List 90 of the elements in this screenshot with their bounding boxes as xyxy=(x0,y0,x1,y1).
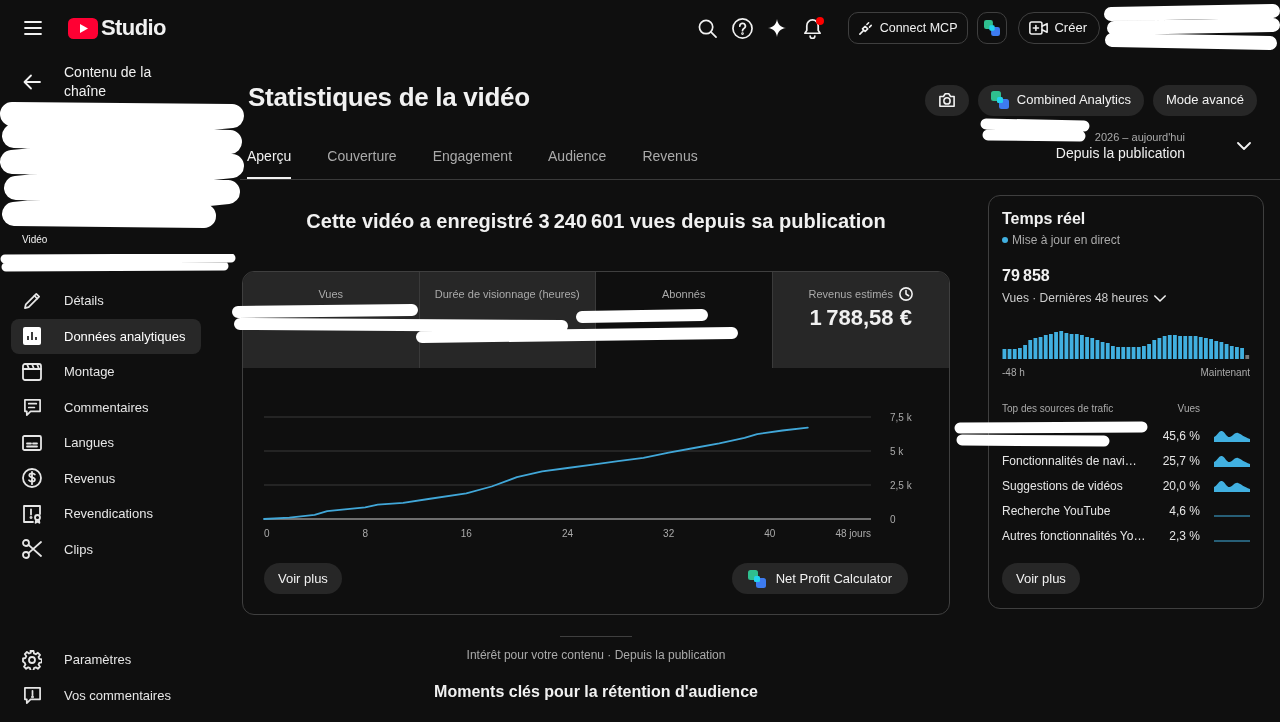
traffic-source: Fonctionnalités de navi… xyxy=(1002,452,1138,470)
header-button[interactable]: Combined Analytics xyxy=(977,84,1144,116)
dollar-icon xyxy=(22,468,42,489)
camera-button[interactable] xyxy=(924,84,969,116)
help-icon[interactable] xyxy=(731,17,753,39)
view-count: 79 858 xyxy=(1002,266,1051,286)
back-arrow-icon[interactable] xyxy=(23,74,41,90)
back-link[interactable]: Contenu de la chaîne xyxy=(64,63,164,101)
subtitles-icon xyxy=(22,434,42,451)
axis-label: Maintenant xyxy=(1200,366,1250,380)
video-label: Vidéo xyxy=(22,234,49,246)
axis-label: 7,5 k xyxy=(890,411,912,423)
traffic-share: 20,0 % xyxy=(1161,477,1200,495)
date-range-dropdown[interactable]: 2026 – aujourd'hui Depuis la publication xyxy=(1055,126,1280,179)
section-subtitle: Intérêt pour votre contenu · Depuis la publication xyxy=(466,647,726,663)
alert-bubble-icon xyxy=(22,685,42,705)
chevron-down-icon xyxy=(1154,294,1167,302)
axis-label: 24 xyxy=(561,528,574,539)
clapperboard-icon xyxy=(22,362,42,381)
bell-icon[interactable] xyxy=(802,17,822,39)
trend-sparkline xyxy=(1214,540,1250,542)
headline: Cette vidéo a enregistré 3 240 601 vues depuis sa publication xyxy=(306,209,886,234)
tab[interactable]: Engagement xyxy=(432,126,513,179)
sidebar-item[interactable]: Revendications xyxy=(11,496,201,532)
app-logo-icon xyxy=(747,569,766,588)
traffic-share: 2,3 % xyxy=(1168,527,1200,545)
sidebar-item[interactable]: Paramètres xyxy=(11,642,201,678)
scissors-icon xyxy=(22,539,42,560)
traffic-share: 45,6 % xyxy=(1161,427,1200,445)
sidebar-item[interactable]: Vos commentaires xyxy=(11,677,201,713)
play-logo-icon xyxy=(68,17,98,39)
section-heading: Moments clés pour la rétention d'audience xyxy=(434,682,758,702)
bar-chart-icon xyxy=(23,327,41,346)
camera-icon xyxy=(937,92,956,108)
axis-label: 16 xyxy=(460,528,472,539)
axis-label: 48 jours xyxy=(835,528,871,539)
settings-icon xyxy=(22,649,42,670)
sidebar-item[interactable]: Commentaires xyxy=(11,389,201,425)
sidebar-item[interactable]: Clips xyxy=(11,531,201,567)
menu-icon[interactable] xyxy=(24,21,42,35)
traffic-source: Autres fonctionnalités Yo… xyxy=(1002,527,1147,545)
video-plus-icon xyxy=(1029,21,1049,35)
tab[interactable]: Revenus xyxy=(642,126,698,179)
metric-tab[interactable]: Revenus estimés 1 788,58 € xyxy=(772,272,949,368)
tab[interactable]: Aperçu xyxy=(247,126,292,179)
page-title: Statistiques de la vidéo xyxy=(248,81,530,113)
trend-sparkline xyxy=(1214,429,1250,442)
app-logo-icon xyxy=(990,91,1009,109)
trend-sparkline xyxy=(1214,454,1250,467)
sidebar-item[interactable]: Langues xyxy=(11,425,201,461)
metric-dropdown[interactable]: Vues · Dernières 48 heures xyxy=(1002,290,1167,306)
connect-button[interactable]: Connect MCP xyxy=(847,12,969,44)
document-alert-icon xyxy=(22,503,42,524)
axis-label: -48 h xyxy=(1002,366,1025,380)
traffic-share: 4,6 % xyxy=(1168,502,1200,520)
sidebar-item[interactable]: Montage xyxy=(11,354,201,390)
more-button[interactable]: Voir plus xyxy=(264,563,342,594)
column-header: Vues xyxy=(1176,402,1200,416)
chevron-down-icon xyxy=(1237,142,1251,150)
logo-text: Studio xyxy=(101,17,166,39)
live-status: Mise à jour en direct xyxy=(1012,232,1121,249)
calculator-button[interactable]: Net Profit Calculator xyxy=(731,563,908,594)
axis-label: 0 xyxy=(890,513,896,525)
search-icon[interactable] xyxy=(697,18,717,38)
tab[interactable]: Audience xyxy=(548,126,607,179)
sidebar-item[interactable]: Données analytiques xyxy=(11,318,201,354)
axis-label: 2,5 k xyxy=(890,479,912,491)
comment-icon xyxy=(22,397,42,417)
pencil-icon xyxy=(22,291,42,311)
header-button[interactable]: Mode avancé xyxy=(1152,84,1257,116)
tab[interactable]: Couverture xyxy=(327,126,397,179)
plug-icon xyxy=(858,21,873,35)
traffic-source: Recherche YouTube xyxy=(1002,502,1112,520)
more-button[interactable]: Voir plus xyxy=(1002,563,1080,594)
axis-label: 5 k xyxy=(890,445,904,457)
axis-label: 8 xyxy=(362,528,368,539)
app-logo-icon xyxy=(984,20,1001,36)
trend-sparkline xyxy=(1214,515,1250,517)
axis-label: 32 xyxy=(663,528,675,539)
sidebar-item[interactable]: Revenus xyxy=(11,460,201,496)
traffic-share: 25,7 % xyxy=(1161,452,1200,470)
sidebar-item[interactable]: Détails xyxy=(11,283,201,319)
traffic-source: Suggestions de vidéos xyxy=(1002,477,1124,495)
axis-label: 40 xyxy=(764,528,776,539)
card-title: Temps réel xyxy=(1002,209,1087,229)
axis-label: 0 xyxy=(264,528,270,539)
trend-sparkline xyxy=(1214,479,1250,492)
column-header: Top des sources de trafic xyxy=(1002,402,1115,416)
sparkle-icon[interactable] xyxy=(768,19,787,37)
extension-button[interactable] xyxy=(977,12,1008,44)
